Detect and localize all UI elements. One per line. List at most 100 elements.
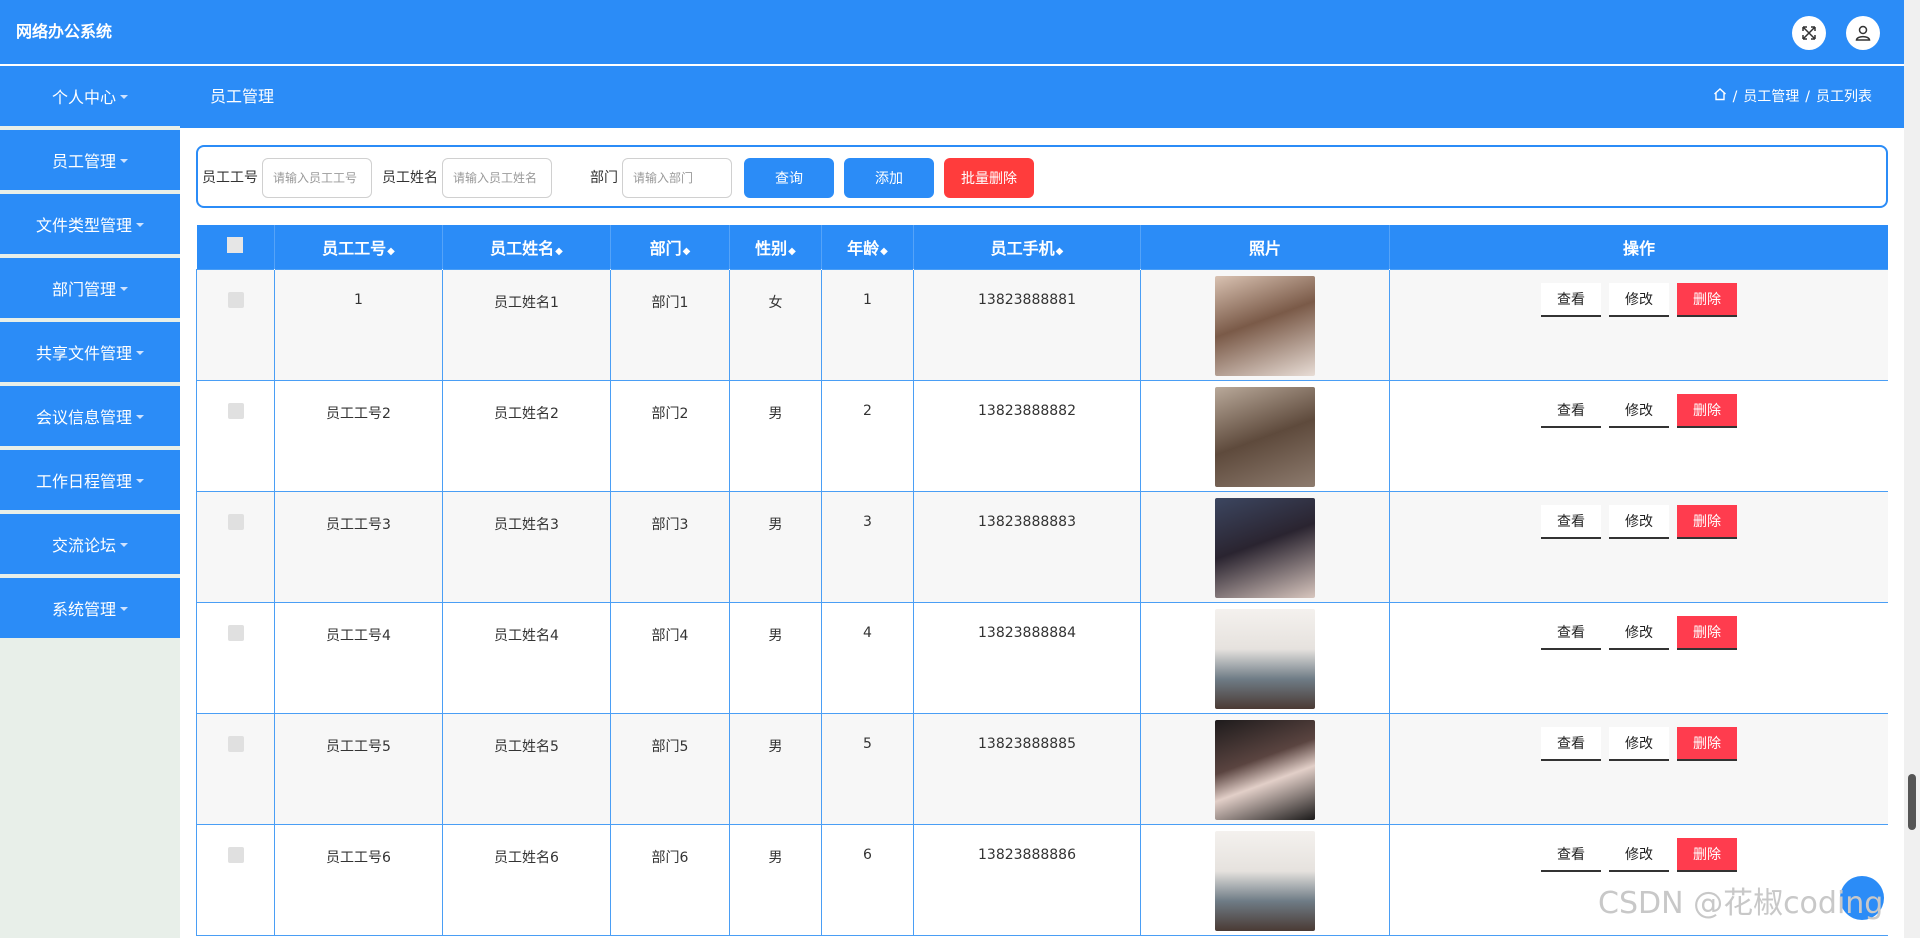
employee-photo[interactable] bbox=[1215, 830, 1315, 931]
breadcrumb-item-2: 员工列表 bbox=[1816, 89, 1872, 105]
row-checkbox[interactable] bbox=[227, 624, 244, 641]
edit-button[interactable]: 修改 bbox=[1609, 282, 1669, 317]
sidebar-item-system-management[interactable]: 系统管理 bbox=[0, 578, 180, 638]
view-button[interactable]: 查看 bbox=[1541, 282, 1601, 317]
cell-age: 2 bbox=[821, 379, 914, 492]
sort-icon[interactable]: ◆ bbox=[1056, 246, 1064, 257]
sub-header: 员工管理 / 员工管理 / 员工列表 bbox=[180, 66, 1904, 128]
view-button[interactable]: 查看 bbox=[1541, 615, 1601, 650]
select-all-checkbox[interactable] bbox=[227, 236, 244, 253]
col-emp-name[interactable]: 员工姓名◆ bbox=[442, 225, 611, 269]
cell-dept: 部门6 bbox=[610, 823, 730, 936]
col-phone[interactable]: 员工手机◆ bbox=[913, 225, 1141, 269]
table-row: 员工工号4 员工姓名4 部门4 男 4 13823888884 查看 修改 删除 bbox=[196, 601, 1888, 714]
dept-input[interactable] bbox=[622, 158, 732, 198]
cell-emp-no: 员工工号4 bbox=[274, 601, 443, 714]
table-row: 员工工号5 员工姓名5 部门5 男 5 13823888885 查看 修改 删除 bbox=[196, 712, 1888, 825]
delete-button[interactable]: 删除 bbox=[1677, 837, 1737, 872]
row-checkbox[interactable] bbox=[227, 513, 244, 530]
emp-no-label: 员工工号 bbox=[202, 170, 258, 186]
sidebar-item-forum[interactable]: 交流论坛 bbox=[0, 514, 180, 574]
sidebar-item-department-management[interactable]: 部门管理 bbox=[0, 258, 180, 318]
cell-gender: 男 bbox=[729, 601, 822, 714]
sort-icon[interactable]: ◆ bbox=[788, 246, 796, 257]
cell-emp-name: 员工姓名4 bbox=[442, 601, 611, 714]
table-header-row: 员工工号◆ 员工姓名◆ 部门◆ 性别◆ 年龄◆ 员工手机◆ 照片 操作 bbox=[196, 225, 1888, 269]
cell-gender: 男 bbox=[729, 379, 822, 492]
col-age[interactable]: 年龄◆ bbox=[821, 225, 914, 269]
employee-photo[interactable] bbox=[1215, 275, 1315, 376]
page-scrollbar[interactable] bbox=[1904, 0, 1920, 938]
fullscreen-icon[interactable] bbox=[1792, 16, 1826, 50]
view-button[interactable]: 查看 bbox=[1541, 726, 1601, 761]
breadcrumb: / 员工管理 / 员工列表 bbox=[1713, 86, 1872, 108]
sort-icon[interactable]: ◆ bbox=[555, 246, 563, 257]
cell-phone: 13823888883 bbox=[913, 490, 1141, 603]
cell-photo bbox=[1140, 379, 1390, 492]
row-checkbox[interactable] bbox=[227, 735, 244, 752]
home-icon[interactable] bbox=[1713, 86, 1727, 108]
cell-emp-name: 员工姓名6 bbox=[442, 823, 611, 936]
add-button[interactable]: 添加 bbox=[844, 158, 934, 198]
row-select-cell bbox=[196, 268, 275, 381]
view-button[interactable]: 查看 bbox=[1541, 504, 1601, 539]
employee-photo[interactable] bbox=[1215, 608, 1315, 709]
sort-icon[interactable]: ◆ bbox=[880, 246, 888, 257]
row-checkbox[interactable] bbox=[227, 402, 244, 419]
chevron-down-icon bbox=[120, 159, 128, 163]
edit-button[interactable]: 修改 bbox=[1609, 726, 1669, 761]
delete-button[interactable]: 删除 bbox=[1677, 282, 1737, 317]
edit-button[interactable]: 修改 bbox=[1609, 837, 1669, 872]
view-button[interactable]: 查看 bbox=[1541, 837, 1601, 872]
emp-name-input[interactable] bbox=[442, 158, 552, 198]
cell-age: 6 bbox=[821, 823, 914, 936]
batch-delete-button[interactable]: 批量删除 bbox=[944, 158, 1034, 198]
col-dept[interactable]: 部门◆ bbox=[610, 225, 730, 269]
col-emp-no[interactable]: 员工工号◆ bbox=[274, 225, 443, 269]
delete-button[interactable]: 删除 bbox=[1677, 504, 1737, 539]
cell-actions: 查看 修改 删除 bbox=[1389, 712, 1888, 825]
cell-dept: 部门4 bbox=[610, 601, 730, 714]
sort-icon[interactable]: ◆ bbox=[387, 246, 395, 257]
row-select-cell bbox=[196, 379, 275, 492]
employee-photo[interactable] bbox=[1215, 719, 1315, 820]
breadcrumb-item-1[interactable]: 员工管理 bbox=[1743, 86, 1799, 108]
cell-photo bbox=[1140, 268, 1390, 381]
cell-emp-name: 员工姓名2 bbox=[442, 379, 611, 492]
sidebar-item-file-type-management[interactable]: 文件类型管理 bbox=[0, 194, 180, 254]
sidebar-item-schedule-management[interactable]: 工作日程管理 bbox=[0, 450, 180, 510]
row-checkbox[interactable] bbox=[227, 291, 244, 308]
employee-photo[interactable] bbox=[1215, 497, 1315, 598]
chevron-down-icon bbox=[120, 95, 128, 99]
delete-button[interactable]: 删除 bbox=[1677, 393, 1737, 428]
view-button[interactable]: 查看 bbox=[1541, 393, 1601, 428]
cell-photo bbox=[1140, 490, 1390, 603]
cell-age: 5 bbox=[821, 712, 914, 825]
row-select-cell bbox=[196, 823, 275, 936]
row-checkbox[interactable] bbox=[227, 846, 244, 863]
col-actions: 操作 bbox=[1389, 225, 1888, 269]
sidebar-item-shared-file-management[interactable]: 共享文件管理 bbox=[0, 322, 180, 382]
chevron-down-icon bbox=[136, 223, 144, 227]
query-button[interactable]: 查询 bbox=[744, 158, 834, 198]
cell-emp-no: 员工工号5 bbox=[274, 712, 443, 825]
user-icon[interactable] bbox=[1846, 16, 1880, 50]
sidebar-item-personal-center[interactable]: 个人中心 bbox=[0, 66, 180, 126]
edit-button[interactable]: 修改 bbox=[1609, 504, 1669, 539]
chevron-down-icon bbox=[136, 351, 144, 355]
col-gender[interactable]: 性别◆ bbox=[729, 225, 822, 269]
emp-no-input[interactable] bbox=[262, 158, 372, 198]
delete-button[interactable]: 删除 bbox=[1677, 615, 1737, 650]
employee-photo[interactable] bbox=[1215, 386, 1315, 487]
sidebar-item-employee-management[interactable]: 员工管理 bbox=[0, 130, 180, 190]
edit-button[interactable]: 修改 bbox=[1609, 393, 1669, 428]
scrollbar-thumb[interactable] bbox=[1908, 774, 1916, 830]
cell-emp-name: 员工姓名1 bbox=[442, 268, 611, 381]
cell-age: 3 bbox=[821, 490, 914, 603]
sidebar-item-meeting-management[interactable]: 会议信息管理 bbox=[0, 386, 180, 446]
cell-phone: 13823888882 bbox=[913, 379, 1141, 492]
delete-button[interactable]: 删除 bbox=[1677, 726, 1737, 761]
sort-icon[interactable]: ◆ bbox=[683, 246, 691, 257]
edit-button[interactable]: 修改 bbox=[1609, 615, 1669, 650]
cell-dept: 部门3 bbox=[610, 490, 730, 603]
